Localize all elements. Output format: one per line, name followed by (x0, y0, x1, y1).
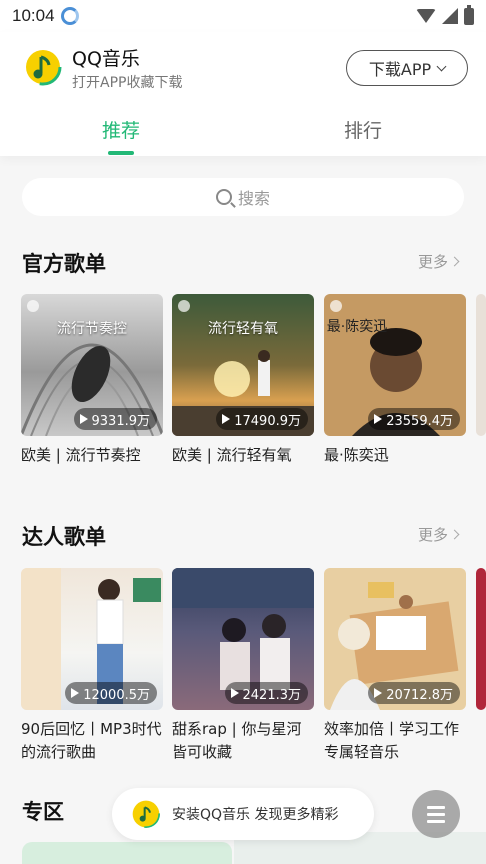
playlist-card-partial[interactable] (476, 568, 486, 710)
playlist-title: 效率加倍丨学习工作专属轻音乐 (324, 720, 460, 761)
play-count-badge: 20712.8万 (368, 682, 460, 704)
download-app-label: 下载APP (368, 60, 432, 79)
menu-button[interactable] (412, 790, 460, 838)
play-icon (230, 688, 239, 698)
playlist-title: 90后回忆丨MP3时代的流行歌曲 (21, 720, 162, 761)
notification-app-icon (60, 7, 79, 25)
tab-recommend[interactable]: 推荐 (102, 116, 140, 143)
cover-text: 流行节奏控 (57, 321, 127, 337)
battery-icon (464, 4, 474, 25)
play-icon (79, 414, 88, 424)
qq-music-logo-icon (22, 46, 64, 88)
wifi-icon (416, 9, 436, 23)
menu-line (427, 819, 445, 823)
play-count: 23559.4万 (386, 413, 453, 429)
zone-banner[interactable] (22, 842, 232, 864)
install-app-banner[interactable]: 安装QQ音乐 发现更多精彩 (112, 788, 374, 840)
menu-line (427, 805, 445, 809)
playlist-cover (476, 568, 486, 710)
playlist-title: 欧美 | 流行轻有氧 (172, 446, 292, 464)
section-title-expert: 达人歌单 (22, 525, 106, 549)
tab-ranking[interactable]: 排行 (344, 116, 382, 143)
play-count: 20712.8万 (386, 687, 453, 703)
playlist-title: 甜系rap | 你与星河皆可收藏 (172, 720, 302, 761)
qq-badge-icon (27, 300, 39, 312)
qq-badge-icon (178, 300, 190, 312)
section-title-official: 官方歌单 (22, 252, 106, 276)
qq-music-logo-icon (132, 800, 160, 828)
chevron-down-icon (436, 61, 447, 71)
play-icon (374, 688, 383, 698)
playlist-cover: 流行轻有氧 17490.9万 (172, 294, 314, 436)
playlist-title: 欧美 | 流行节奏控 (21, 446, 141, 464)
playlist-card[interactable]: 2421.3万 甜系rap | 你与星河皆可收藏 (172, 568, 314, 764)
search-icon (215, 189, 232, 205)
more-label: 更多 (418, 253, 449, 271)
play-count-badge: 23559.4万 (368, 408, 460, 430)
app-subtitle: 打开APP收藏下载 (72, 75, 183, 91)
more-label: 更多 (418, 526, 449, 544)
playlist-card[interactable]: 流行节奏控 9331.9万 欧美 | 流行节奏控 (21, 294, 163, 467)
playlist-card[interactable]: 最·陈奕迅 23559.4万 最·陈奕迅 (324, 294, 466, 467)
play-count: 9331.9万 (91, 413, 151, 429)
search-placeholder: 搜索 (237, 189, 270, 208)
play-count: 12000.5万 (83, 687, 150, 703)
play-icon (222, 414, 231, 424)
playlist-cover: 流行节奏控 9331.9万 (21, 294, 163, 436)
search-input[interactable]: 搜索 (22, 178, 464, 216)
playlist-cover: 12000.5万 (21, 568, 163, 710)
tab-active-indicator (108, 151, 134, 155)
play-count: 2421.3万 (242, 687, 302, 703)
play-count-badge: 2421.3万 (224, 682, 308, 704)
playlist-title: 最·陈奕迅 (324, 446, 389, 464)
status-time: 10:04 (12, 6, 55, 25)
playlist-cover: 最·陈奕迅 23559.4万 (324, 294, 466, 436)
playlist-card[interactable]: 12000.5万 90后回忆丨MP3时代的流行歌曲 (21, 568, 163, 764)
section-title-zone: 专区 (22, 800, 64, 824)
play-count-badge: 12000.5万 (65, 682, 157, 704)
playlist-card-partial[interactable] (476, 294, 486, 436)
status-bar: 10:04 (0, 0, 486, 32)
play-count-badge: 9331.9万 (73, 408, 157, 430)
play-count: 17490.9万 (234, 413, 301, 429)
app-name: QQ音乐 (72, 48, 140, 70)
playlist-cover (476, 294, 486, 436)
play-count-badge: 17490.9万 (216, 408, 308, 430)
install-app-text: 安装QQ音乐 发现更多精彩 (172, 807, 339, 823)
chevron-right-icon (449, 529, 460, 540)
menu-line (427, 812, 445, 816)
play-icon (71, 688, 80, 698)
qq-badge-icon (330, 300, 342, 312)
cover-text: 流行轻有氧 (208, 321, 278, 337)
app-header: QQ音乐 打开APP收藏下载 下载APP 推荐 排行 (0, 32, 486, 156)
status-icons (416, 4, 474, 25)
cover-text: 最·陈奕迅 (326, 319, 388, 335)
more-official-link[interactable]: 更多 (418, 251, 460, 272)
playlist-cover: 20712.8万 (324, 568, 466, 710)
playlist-cover: 2421.3万 (172, 568, 314, 710)
more-expert-link[interactable]: 更多 (418, 524, 460, 545)
download-app-button[interactable]: 下载APP (346, 50, 468, 86)
signal-icon (442, 8, 458, 24)
chevron-right-icon (449, 256, 460, 267)
playlist-card[interactable]: 20712.8万 效率加倍丨学习工作专属轻音乐 (324, 568, 466, 764)
play-icon (374, 414, 383, 424)
playlist-card[interactable]: 流行轻有氧 17490.9万 欧美 | 流行轻有氧 (172, 294, 314, 467)
